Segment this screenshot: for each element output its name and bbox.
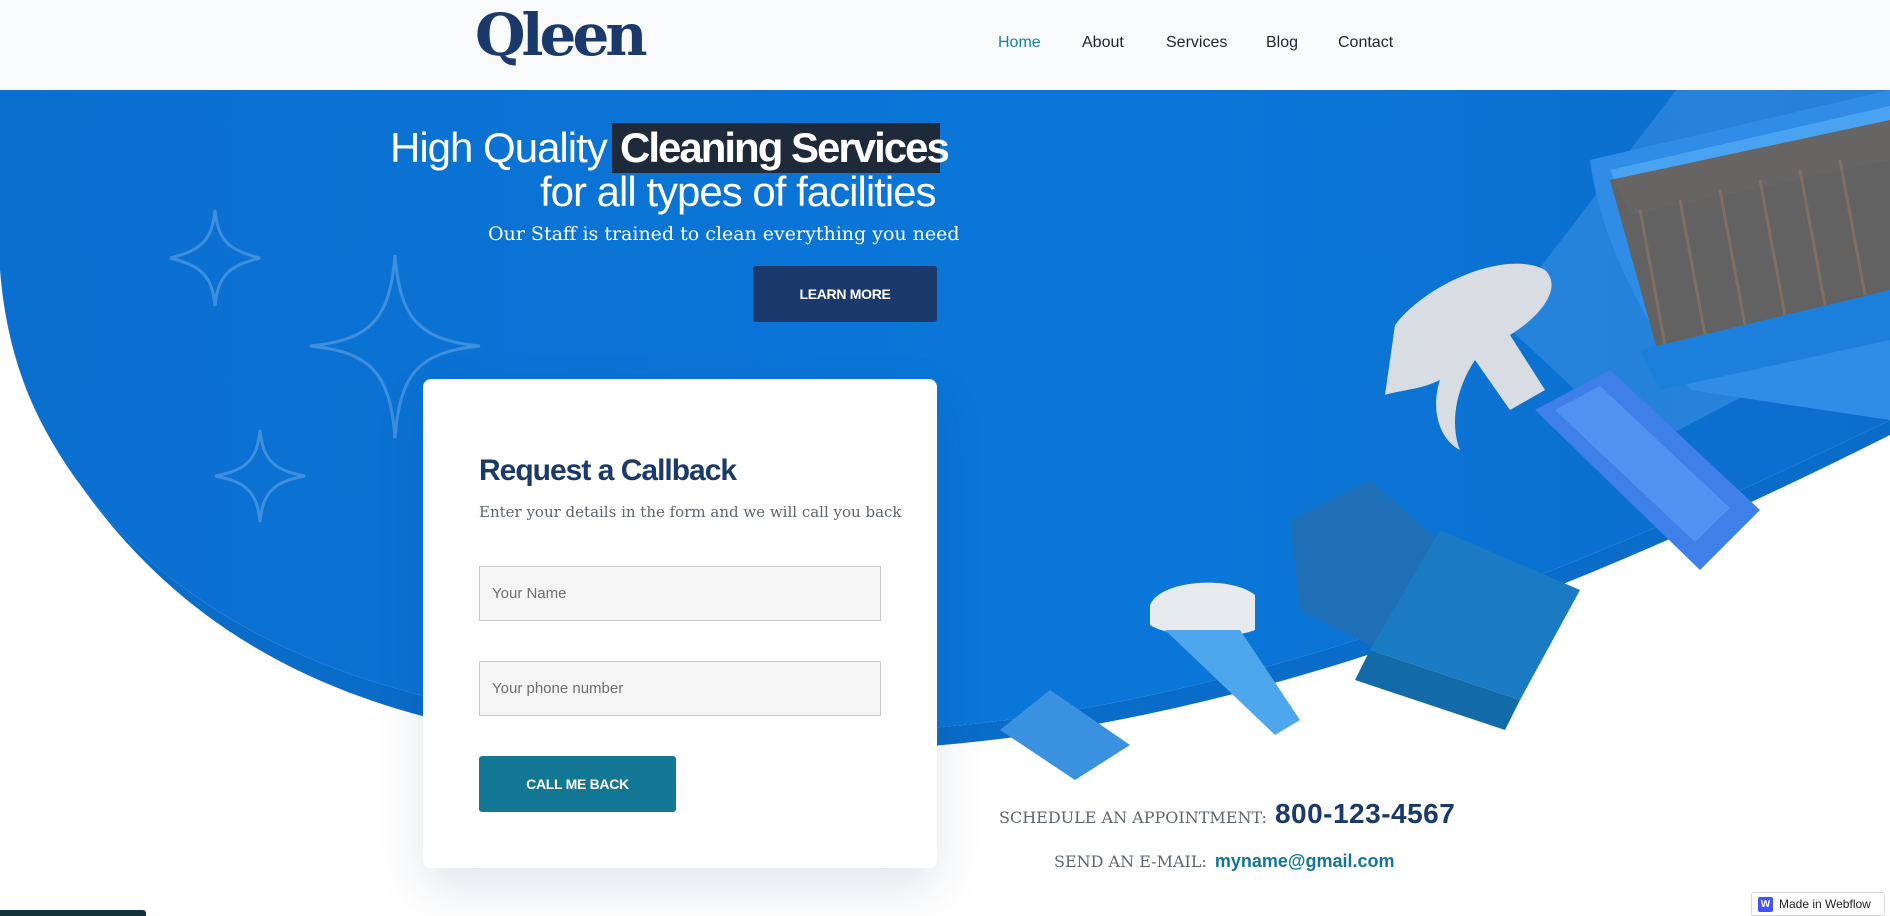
nav-link-services[interactable]: Services (1166, 34, 1227, 52)
hero-title-line2: for all types of facilities (540, 168, 937, 215)
webflow-badge-label: Made in Webflow (1779, 897, 1871, 911)
call-me-back-button[interactable]: CALL ME BACK (479, 756, 676, 812)
corner-widget-tab[interactable] (0, 910, 146, 916)
phone-link[interactable]: 800-123-4567 (1275, 798, 1455, 830)
nav-link-about[interactable]: About (1082, 34, 1124, 52)
name-input[interactable] (479, 566, 881, 621)
appointment-label: SCHEDULE AN APPOINTMENT: (999, 808, 1267, 827)
site-logo[interactable]: Qleen (475, 6, 648, 64)
callback-form-card: Request a Callback Enter your details in… (423, 379, 937, 868)
email-row: SEND AN E-MAIL: myname@gmail.com (1054, 851, 1394, 872)
email-link[interactable]: myname@gmail.com (1215, 851, 1395, 872)
nav-link-contact[interactable]: Contact (1338, 34, 1393, 52)
hero-section (0, 90, 1890, 916)
email-label: SEND AN E-MAIL: (1054, 852, 1207, 871)
callback-form-subtitle: Enter your details in the form and we wi… (479, 503, 902, 521)
nav-link-blog[interactable]: Blog (1266, 34, 1298, 52)
phone-input[interactable] (479, 661, 881, 716)
made-in-webflow-badge[interactable]: W Made in Webflow (1751, 892, 1885, 916)
nav-link-home[interactable]: Home (998, 34, 1041, 52)
callback-form-title: Request a Callback (479, 454, 737, 487)
site-header: Qleen Home About Services Blog Contact (0, 0, 1890, 90)
hero-title-highlight: Cleaning Services (620, 124, 950, 171)
learn-more-button[interactable]: LEARN MORE (753, 266, 937, 322)
appointment-row: SCHEDULE AN APPOINTMENT: 800-123-4567 (999, 798, 1455, 830)
hero-title-prefix: High Quality (390, 124, 608, 171)
hero-subtitle: Our Staff is trained to clean everything… (488, 223, 960, 245)
webflow-logo-icon: W (1758, 896, 1773, 912)
hero-background (0, 90, 1890, 780)
